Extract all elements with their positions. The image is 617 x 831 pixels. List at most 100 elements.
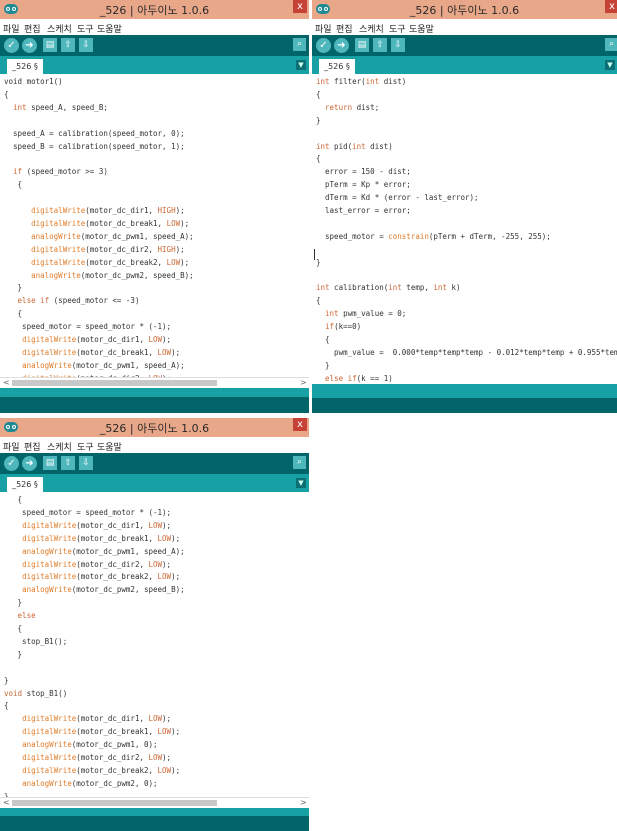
code-text: (motor_dc_dir1,: [76, 335, 149, 344]
tab-menu-button[interactable]: ▼: [296, 478, 306, 488]
serial-monitor-button[interactable]: ⌕: [605, 38, 617, 51]
horizontal-scrollbar[interactable]: < >: [0, 377, 309, 388]
serial-monitor-button[interactable]: ⌕: [293, 38, 306, 51]
new-button[interactable]: ▤: [43, 456, 57, 470]
code-line: int pid(int dist): [316, 142, 393, 155]
code-text: void motor1(): [4, 77, 63, 86]
code-keyword: int: [316, 77, 330, 86]
code-line: digitalWrite(motor_dc_break2, LOW);: [4, 572, 180, 585]
code-text: (motor_dc_break2,: [76, 765, 158, 775]
tab-sketch[interactable]: _526 §: [319, 59, 355, 74]
code-text: (motor_dc_pwm1, speed_A);: [80, 231, 194, 241]
menu-file[interactable]: 파일: [3, 440, 20, 453]
check-icon: ✓: [7, 40, 16, 51]
scrollbar-thumb[interactable]: [12, 800, 217, 806]
menu-sketch[interactable]: 스케치: [47, 22, 72, 35]
code-text: pTerm = Kp * error;: [316, 180, 411, 190]
menu-help[interactable]: 도움말: [97, 22, 122, 35]
save-button[interactable]: ⇩: [79, 456, 93, 470]
tab-sketch[interactable]: _526 §: [7, 477, 43, 492]
verify-button[interactable]: ✓: [4, 456, 19, 471]
new-button[interactable]: ▤: [43, 38, 57, 52]
menu-bar: 파일 편집 스케치 도구 도움말: [0, 437, 309, 453]
code-line: {: [316, 335, 330, 348]
menu-file[interactable]: 파일: [315, 22, 332, 35]
tab-menu-button[interactable]: ▼: [296, 60, 306, 70]
code-text: pwm_value = 0;: [338, 309, 407, 319]
menu-sketch[interactable]: 스케치: [359, 22, 384, 35]
code-line: digitalWrite(motor_dc_dir2, HIGH);: [4, 245, 185, 258]
open-button[interactable]: ⇧: [373, 38, 387, 52]
code-text: speed_B = calibration(speed_motor, 1);: [4, 141, 185, 151]
new-button[interactable]: ▤: [355, 38, 369, 52]
menu-file[interactable]: 파일: [3, 22, 20, 35]
code-text: temp,: [401, 283, 434, 293]
close-button[interactable]: x: [293, 0, 307, 13]
code-text: (speed_motor <= -3): [49, 296, 140, 306]
save-down-arrow-icon: ⇩: [82, 40, 90, 50]
menu-bar: 파일 편집 스케치 도구 도움말: [312, 19, 617, 35]
close-button[interactable]: x: [605, 0, 617, 13]
code-function: digitalWrite: [22, 753, 77, 762]
code-text: (motor_dc_pwm2, speed_B);: [71, 585, 185, 595]
chevron-left-icon[interactable]: <: [3, 378, 10, 388]
upload-button[interactable]: ➜: [22, 456, 37, 471]
menu-tools[interactable]: 도구: [389, 22, 406, 35]
open-up-arrow-icon: ⇧: [64, 458, 72, 468]
code-editor[interactable]: void motor1() { int speed_A, speed_B; spe…: [0, 74, 309, 377]
menu-sketch[interactable]: 스케치: [47, 440, 72, 453]
code-keyword: LOW: [148, 335, 163, 344]
scrollbar-thumb[interactable]: [12, 380, 217, 386]
chevron-right-icon[interactable]: >: [300, 378, 307, 388]
code-function: analogWrite: [22, 546, 72, 556]
close-button[interactable]: x: [293, 418, 307, 431]
open-button[interactable]: ⇧: [61, 456, 75, 470]
chevron-left-icon[interactable]: <: [3, 798, 10, 808]
title-bar[interactable]: _526 | 아두이노 1.0.6 x: [312, 0, 617, 19]
tab-menu-button[interactable]: ▼: [605, 60, 615, 70]
upload-button[interactable]: ➜: [22, 38, 37, 53]
save-button[interactable]: ⇩: [391, 38, 405, 52]
horizontal-scrollbar[interactable]: < >: [0, 797, 309, 808]
upload-button[interactable]: ➜: [334, 38, 349, 53]
menu-edit[interactable]: 편집: [24, 22, 41, 35]
menu-tools[interactable]: 도구: [77, 440, 94, 453]
toolbar: ✓ ➜ ▤ ⇧ ⇩ ⌕: [312, 35, 617, 56]
title-bar[interactable]: _526 | 아두이노 1.0.6 x: [0, 0, 309, 19]
code-editor[interactable]: { speed_motor = speed_motor * (-1); digi…: [0, 492, 309, 797]
code-text: );: [175, 244, 185, 254]
code-text: speed_motor =: [316, 231, 389, 241]
code-function: digitalWrite: [22, 559, 77, 569]
menu-edit[interactable]: 편집: [24, 440, 41, 453]
window-title: _526 | 아두이노 1.0.6: [99, 4, 210, 17]
ide-window-2: _526 | 아두이노 1.0.6 x 파일 편집 스케치 도구 도움말 ✓ ➜…: [312, 0, 617, 413]
verify-button[interactable]: ✓: [4, 38, 19, 53]
menu-help[interactable]: 도움말: [409, 22, 434, 35]
code-editor[interactable]: int filter(int dist){ return dist;} int p…: [312, 74, 617, 384]
menu-help[interactable]: 도움말: [97, 440, 122, 453]
serial-monitor-button[interactable]: ⌕: [293, 456, 306, 469]
triangle-down-icon: ▼: [298, 479, 304, 487]
new-file-icon: ▤: [45, 458, 55, 468]
magnifier-icon: ⌕: [608, 39, 615, 49]
open-button[interactable]: ⇧: [61, 38, 75, 52]
code-text: }: [316, 115, 321, 125]
verify-button[interactable]: ✓: [316, 38, 331, 53]
console-area: [0, 816, 309, 831]
title-bar[interactable]: _526 | 아두이노 1.0.6 x: [0, 418, 309, 437]
tab-sketch[interactable]: _526 §: [7, 59, 43, 74]
code-line: digitalWrite(motor_dc_dir2, LOW);: [4, 560, 171, 573]
code-text: );: [171, 347, 181, 357]
chevron-right-icon[interactable]: >: [300, 798, 307, 808]
menu-edit[interactable]: 편집: [336, 22, 353, 35]
menu-tools[interactable]: 도구: [77, 22, 94, 35]
code-line: analogWrite(motor_dc_pwm2, speed_B);: [4, 585, 185, 598]
code-line: if (speed_motor >= 3): [4, 167, 108, 180]
save-button[interactable]: ⇩: [79, 38, 93, 52]
code-text: (motor_dc_dir2,: [76, 753, 149, 762]
code-text: );: [171, 572, 181, 582]
code-text: last_error = error;: [316, 206, 411, 215]
